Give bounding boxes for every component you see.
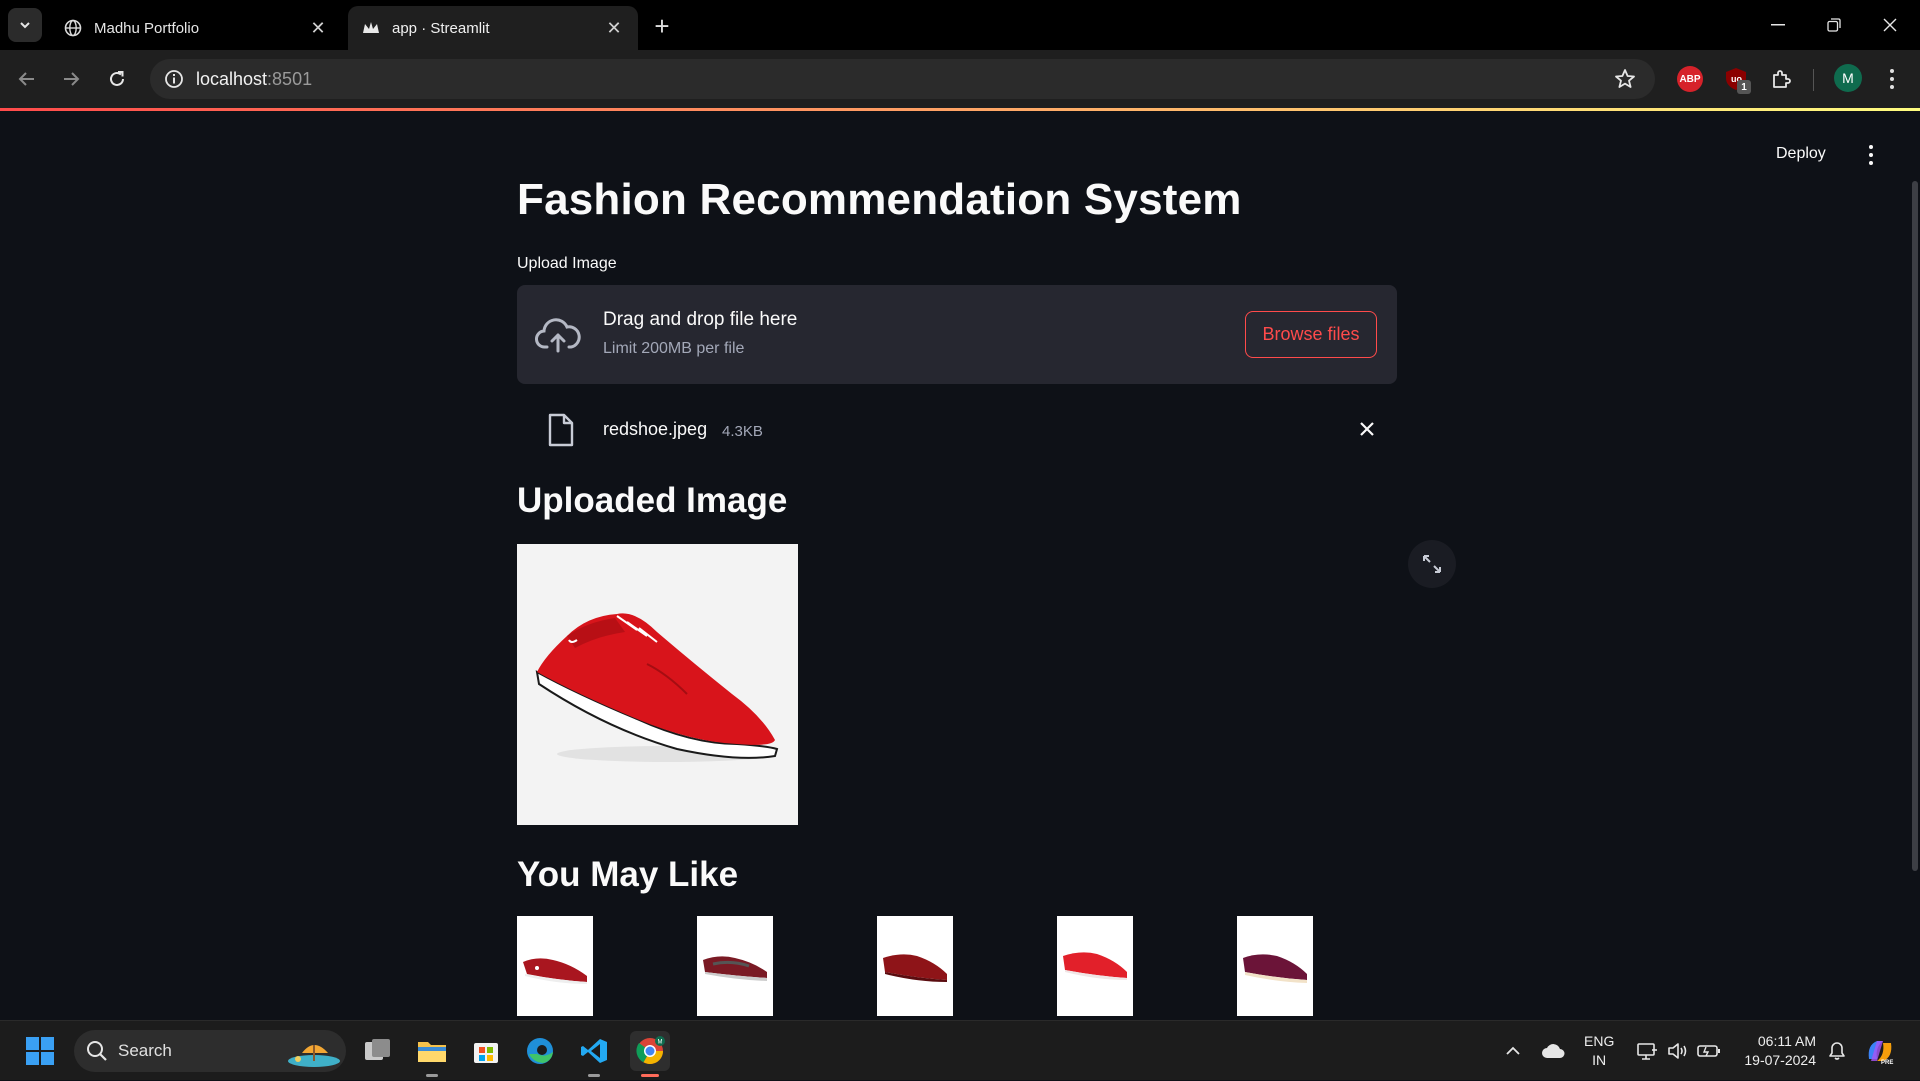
- windows-start-icon[interactable]: [26, 1037, 54, 1065]
- microsoft-store-icon[interactable]: [466, 1031, 506, 1071]
- onedrive-cloud-icon[interactable]: [1538, 1021, 1568, 1081]
- minimize-icon: [1771, 24, 1785, 26]
- uploaded-file-row: redshoe.jpeg 4.3KB: [517, 401, 1397, 457]
- browser-toolbar: localhost:8501 ABP uo 1 M: [0, 50, 1920, 108]
- show-hidden-icons-chevron-icon[interactable]: [1500, 1021, 1526, 1081]
- fullscreen-button[interactable]: [1408, 540, 1456, 588]
- tab-search-button[interactable]: [8, 8, 42, 42]
- dropzone-instructions: Drag and drop file here: [603, 309, 798, 330]
- bookmark-star-icon[interactable]: [1613, 67, 1637, 91]
- recommendation-thumbnail: [877, 916, 953, 1016]
- globe-icon: [64, 19, 82, 37]
- new-tab-button[interactable]: +: [648, 11, 676, 41]
- svg-text:PRE: PRE: [1881, 1060, 1893, 1065]
- chevron-down-icon: [20, 22, 30, 29]
- tab-madhu-portfolio[interactable]: Madhu Portfolio ✕: [50, 6, 342, 50]
- task-view-icon[interactable]: [358, 1031, 398, 1071]
- taskbar-search-label: Search: [118, 1041, 172, 1060]
- extensions-puzzle-icon[interactable]: [1768, 66, 1794, 92]
- expand-icon: [1423, 555, 1441, 573]
- profile-avatar[interactable]: M: [1834, 64, 1862, 92]
- tab-title: app · Streamlit: [392, 19, 490, 37]
- adblock-plus-label: ABP: [1679, 73, 1701, 85]
- recommendations-header: You May Like: [517, 855, 739, 894]
- browse-files-button[interactable]: Browse files: [1245, 311, 1377, 358]
- recommendation-thumbnail: [1237, 916, 1313, 1016]
- edge-icon[interactable]: [520, 1031, 560, 1071]
- browser-tab-strip: Madhu Portfolio ✕ app · Streamlit ✕ +: [0, 0, 1920, 50]
- copilot-icon[interactable]: PRE: [1862, 1021, 1898, 1081]
- svg-text:M: M: [658, 1040, 663, 1046]
- close-icon: [1883, 18, 1897, 32]
- system-clock[interactable]: 06:11 AM 19-07-2024: [1736, 1032, 1816, 1070]
- address-bar[interactable]: localhost:8501: [150, 59, 1655, 99]
- remove-file-button[interactable]: [1353, 415, 1381, 443]
- streamlit-app: Deploy Fashion Recommendation System Upl…: [0, 111, 1920, 1020]
- dropzone-limit: Limit 200MB per file: [603, 340, 745, 357]
- reload-button[interactable]: [102, 64, 132, 94]
- url-text: localhost:8501: [196, 69, 312, 90]
- clock-date: 19-07-2024: [1744, 1052, 1816, 1068]
- windows-taskbar: Search M ENG IN 06:11 AM 19-07-2024 PRE: [0, 1020, 1920, 1080]
- url-port: :8501: [267, 69, 313, 89]
- search-icon: [87, 1041, 107, 1061]
- battery-icon[interactable]: [1694, 1021, 1724, 1081]
- file-size: 4.3KB: [722, 423, 763, 440]
- scrollbar[interactable]: [1912, 181, 1918, 871]
- network-icon[interactable]: [1633, 1021, 1661, 1081]
- uploaded-image-header: Uploaded Image: [517, 481, 788, 520]
- taskbar-search[interactable]: Search: [74, 1030, 346, 1072]
- reload-icon: [110, 71, 124, 86]
- uploaded-image: [517, 544, 798, 825]
- forward-button[interactable]: [56, 64, 86, 94]
- minimize-button[interactable]: [1758, 10, 1798, 40]
- close-tab-icon[interactable]: ✕: [308, 18, 328, 38]
- arrow-right-icon: [64, 72, 80, 86]
- file-dropzone[interactable]: Drag and drop file here Limit 200MB per …: [517, 285, 1397, 384]
- deploy-button[interactable]: Deploy: [1776, 145, 1826, 163]
- close-tab-icon[interactable]: ✕: [604, 18, 624, 38]
- page-title: Fashion Recommendation System: [517, 175, 1242, 224]
- recommendation-thumbnail: [697, 916, 773, 1016]
- search-highlight-icon: [288, 1045, 340, 1067]
- url-host: localhost: [196, 69, 268, 89]
- app-menu-icon[interactable]: [1866, 145, 1876, 165]
- streamlit-crown-icon: [362, 19, 380, 37]
- uploader-label: Upload Image: [517, 255, 617, 272]
- tab-app-streamlit[interactable]: app · Streamlit ✕: [348, 6, 638, 50]
- input-language[interactable]: ENG IN: [1584, 1032, 1614, 1070]
- back-button[interactable]: [12, 64, 42, 94]
- red-sneaker-image: [517, 544, 798, 825]
- file-name: redshoe.jpeg: [603, 419, 708, 439]
- close-window-button[interactable]: [1870, 10, 1910, 40]
- ublock-icon[interactable]: uo 1: [1723, 66, 1751, 94]
- notification-bell-icon[interactable]: [1824, 1021, 1850, 1081]
- volume-icon[interactable]: [1664, 1021, 1692, 1081]
- file-icon: [547, 413, 575, 447]
- adblock-plus-icon[interactable]: ABP: [1677, 66, 1703, 92]
- cloud-upload-icon: [535, 315, 581, 355]
- region-code: IN: [1592, 1052, 1607, 1068]
- chrome-icon[interactable]: M: [630, 1031, 670, 1077]
- file-explorer-icon[interactable]: [412, 1031, 452, 1077]
- recommendation-thumbnail: [517, 916, 593, 1016]
- language-code: ENG: [1584, 1033, 1615, 1049]
- tab-title: Madhu Portfolio: [94, 19, 200, 37]
- restore-icon: [1827, 18, 1841, 32]
- close-icon: [1360, 422, 1374, 436]
- clock-time: 06:11 AM: [1757, 1033, 1816, 1049]
- restore-button[interactable]: [1814, 10, 1854, 40]
- recommendation-grid: [517, 916, 1397, 1016]
- ublock-badge: 1: [1737, 80, 1751, 94]
- browser-menu-icon[interactable]: [1886, 66, 1898, 92]
- recommendation-thumbnail: [1057, 916, 1133, 1016]
- vscode-icon[interactable]: [574, 1031, 614, 1077]
- arrow-left-icon: [18, 72, 34, 86]
- toolbar-separator: [1813, 69, 1814, 91]
- site-info-icon[interactable]: [162, 67, 186, 91]
